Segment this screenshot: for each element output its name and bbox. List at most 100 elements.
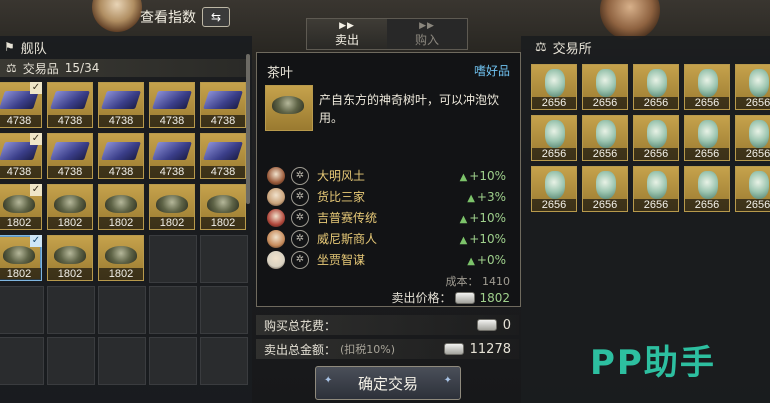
item-description: 产自东方的神奇树叶，可以冲泡饮用。 xyxy=(319,93,500,125)
item-price: 2656 xyxy=(634,148,678,160)
item-price: 4738 xyxy=(150,166,194,178)
silk-icon xyxy=(152,91,192,109)
trade-tabs: ▶▶ 卖出 ▶▶ 购入 xyxy=(306,18,468,50)
empty-slot xyxy=(200,337,248,385)
fleet-item-tea[interactable]: 1802 ✓ xyxy=(0,184,42,230)
empty-slot xyxy=(200,235,248,283)
silk-icon xyxy=(101,91,141,109)
skill-icon: ✲ xyxy=(291,229,309,248)
modifier-value-text: +10% xyxy=(469,168,506,183)
trade-count: 15/34 xyxy=(64,61,100,75)
sell-total-value: 11278 xyxy=(469,341,511,357)
fleet-item-cloth[interactable]: 4738 xyxy=(200,82,246,128)
up-arrow-icon: ▲ xyxy=(459,213,468,225)
coin-icon xyxy=(476,319,497,331)
modifier-value-text: +3% xyxy=(476,189,506,204)
modifier-row: ✲ 吉普赛传统 ▲ +10% xyxy=(267,207,512,228)
market-item-porcelain[interactable]: 2656 xyxy=(582,115,628,161)
fleet-item-tea[interactable]: 1802 xyxy=(47,235,93,281)
fleet-item-cloth[interactable]: 4738 xyxy=(98,82,144,128)
modifier-value: ▲ +3% xyxy=(467,190,506,204)
item-price: 4738 xyxy=(99,166,143,178)
porcelain-vase-icon xyxy=(647,171,667,199)
confirm-trade-button[interactable]: ✦ 确定交易 ✦ xyxy=(315,366,461,400)
fleet-item-cloth[interactable]: 4738 ✓ xyxy=(0,82,42,128)
item-category: 嗜好品 xyxy=(473,64,510,78)
tab-sell[interactable]: ▶▶ 卖出 xyxy=(307,19,387,49)
market-item-porcelain[interactable]: 2656 xyxy=(582,166,628,212)
market-item-porcelain[interactable]: 2656 xyxy=(582,64,628,110)
modifier-row: ✲ 威尼斯商人 ▲ +10% xyxy=(267,228,512,249)
item-price: 1802 xyxy=(201,217,245,229)
porcelain-vase-icon xyxy=(647,120,667,148)
fleet-item-tea[interactable]: 1802 xyxy=(149,184,195,230)
market-item-porcelain[interactable]: 2656 xyxy=(684,115,730,161)
fleet-item-cloth[interactable]: 4738 xyxy=(149,133,195,179)
fleet-item-tea[interactable]: 1802 xyxy=(47,184,93,230)
item-price: 4738 xyxy=(48,115,92,127)
item-price: 2656 xyxy=(532,148,576,160)
modifier-value-text: +0% xyxy=(476,252,506,267)
swap-icon[interactable]: ⇆ xyxy=(202,7,230,27)
item-price: 2656 xyxy=(583,97,627,109)
market-item-porcelain[interactable]: 2656 xyxy=(531,64,577,110)
market-item-porcelain[interactable]: 2656 xyxy=(684,166,730,212)
empty-slot xyxy=(149,235,197,283)
modifier-name: 坐贾智谋 xyxy=(317,253,366,267)
market-item-porcelain[interactable]: 2656 xyxy=(531,115,577,161)
empty-slot xyxy=(0,337,44,385)
empty-slot xyxy=(98,337,146,385)
fleet-item-tea[interactable]: 1802 xyxy=(98,184,144,230)
porcelain-vase-icon xyxy=(596,69,616,97)
modifier-value-text: +10% xyxy=(469,231,506,246)
market-item-porcelain[interactable]: 2656 xyxy=(633,115,679,161)
market-item-porcelain[interactable]: 2656 xyxy=(735,64,770,110)
fleet-item-tea[interactable]: 1802 xyxy=(200,184,246,230)
fleet-item-cloth[interactable]: 4738 xyxy=(98,133,144,179)
modifier-name: 威尼斯商人 xyxy=(317,232,378,246)
item-price: 1802 xyxy=(48,268,92,280)
item-price: 2656 xyxy=(583,199,627,211)
check-icon: ✓ xyxy=(30,184,42,196)
modifier-value: ▲ +10% xyxy=(460,169,506,183)
market-item-porcelain[interactable]: 2656 xyxy=(633,64,679,110)
market-item-porcelain[interactable]: 2656 xyxy=(735,115,770,161)
fleet-item-tea[interactable]: 1802 xyxy=(98,235,144,281)
item-price: 1802 xyxy=(99,268,143,280)
skill-icon: ✲ xyxy=(291,208,309,227)
sell-arrows-icon: ▶▶ xyxy=(339,20,355,31)
market-item-porcelain[interactable]: 2656 xyxy=(735,166,770,212)
tab-buy[interactable]: ▶▶ 购入 xyxy=(387,19,467,49)
sell-total-label: 卖出总金额： xyxy=(264,342,337,357)
item-image-tea xyxy=(265,85,313,131)
view-index-button[interactable]: 查看指数 ⇆ xyxy=(140,6,230,28)
tea-icon xyxy=(3,195,35,213)
fleet-header: ⚑ 舰队 xyxy=(0,36,256,58)
sparkle-icon: ✦ xyxy=(443,375,452,386)
market-item-porcelain[interactable]: 2656 xyxy=(633,166,679,212)
fleet-item-cloth[interactable]: 4738 xyxy=(200,133,246,179)
item-price: 2656 xyxy=(736,148,770,160)
fleet-item-tea[interactable]: 1802 ✓ xyxy=(0,235,42,281)
modifier-name: 吉普赛传统 xyxy=(317,211,378,225)
silk-icon xyxy=(203,91,243,109)
fleet-item-cloth[interactable]: 4738 xyxy=(47,82,93,128)
fleet-item-cloth[interactable]: 4738 xyxy=(47,133,93,179)
sell-total-tax-note: (扣税10%) xyxy=(340,343,396,356)
porcelain-vase-icon xyxy=(545,171,565,199)
item-price: 4738 xyxy=(201,166,245,178)
fleet-item-cloth[interactable]: 4738 ✓ xyxy=(0,133,42,179)
porcelain-vase-icon xyxy=(698,120,718,148)
officer-avatar xyxy=(267,166,285,185)
cost-label: 成本： xyxy=(445,275,479,288)
check-icon: ✓ xyxy=(30,235,42,247)
cost-line: 成本： 1410 xyxy=(446,273,511,289)
market-item-porcelain[interactable]: 2656 xyxy=(531,166,577,212)
market-item-porcelain[interactable]: 2656 xyxy=(684,64,730,110)
fleet-panel: ⚑ 舰队 ⚖ 交易品 15/34 4738 ✓ 4738 4738 4738 4738 47… xyxy=(0,36,252,403)
flag-icon: ⚑ xyxy=(4,40,15,54)
fleet-item-cloth[interactable]: 4738 xyxy=(149,82,195,128)
tea-icon xyxy=(54,195,86,213)
tea-icon xyxy=(207,195,239,213)
silk-icon xyxy=(101,142,141,160)
